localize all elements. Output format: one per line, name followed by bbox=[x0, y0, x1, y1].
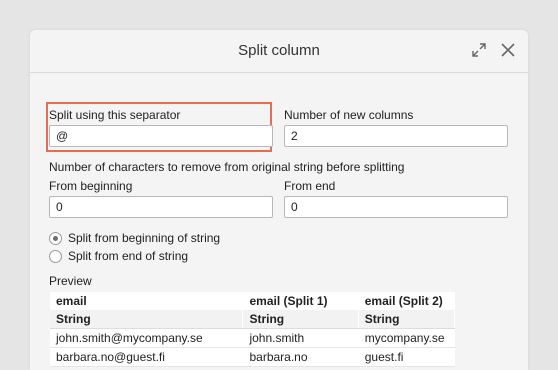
new-columns-input[interactable]: 2 bbox=[284, 125, 508, 147]
preview-type-cell: String bbox=[358, 310, 456, 329]
radio-split-end-label: Split from end of string bbox=[68, 249, 189, 263]
radio-button[interactable] bbox=[49, 249, 62, 263]
expand-icon[interactable] bbox=[471, 42, 487, 58]
dialog-title: Split column bbox=[238, 42, 320, 59]
radio-button-checked[interactable] bbox=[49, 231, 62, 245]
dialog-titlebar: Split column bbox=[30, 30, 528, 73]
from-beginning-input[interactable]: 0 bbox=[49, 196, 273, 218]
new-columns-label: Number of new columns bbox=[284, 108, 414, 122]
remove-chars-label: Number of characters to remove from orig… bbox=[49, 160, 405, 174]
close-icon[interactable] bbox=[500, 42, 516, 58]
preview-type-cell: String bbox=[50, 310, 244, 329]
preview-header-cell: email bbox=[50, 292, 244, 310]
radio-split-beginning[interactable]: Split from beginning of string bbox=[49, 230, 220, 246]
radio-split-end[interactable]: Split from end of string bbox=[49, 248, 188, 264]
from-beginning-label: From beginning bbox=[49, 179, 133, 193]
preview-type-row: String String String bbox=[50, 310, 456, 329]
preview-header-cell: email (Split 1) bbox=[242, 292, 359, 310]
table-row: john.smith@mycompany.se john.smith mycom… bbox=[50, 328, 456, 348]
preview-type-cell: String bbox=[242, 310, 359, 329]
preview-cell: mycompany.se bbox=[358, 328, 456, 348]
preview-header-row: email email (Split 1) email (Split 2) bbox=[50, 292, 456, 310]
radio-split-beginning-label: Split from beginning of string bbox=[68, 231, 221, 245]
preview-label: Preview bbox=[49, 274, 92, 288]
preview-table: email email (Split 1) email (Split 2) St… bbox=[50, 292, 456, 367]
from-end-input[interactable]: 0 bbox=[284, 196, 508, 218]
preview-cell: john.smith@mycompany.se bbox=[50, 328, 244, 348]
from-end-label: From end bbox=[284, 179, 336, 193]
separator-input[interactable]: @ bbox=[49, 125, 273, 147]
separator-label: Split using this separator bbox=[49, 108, 181, 122]
preview-cell: john.smith bbox=[242, 328, 359, 348]
split-column-dialog: Split column Split using this separator … bbox=[30, 30, 528, 370]
preview-header-cell: email (Split 2) bbox=[358, 292, 456, 310]
